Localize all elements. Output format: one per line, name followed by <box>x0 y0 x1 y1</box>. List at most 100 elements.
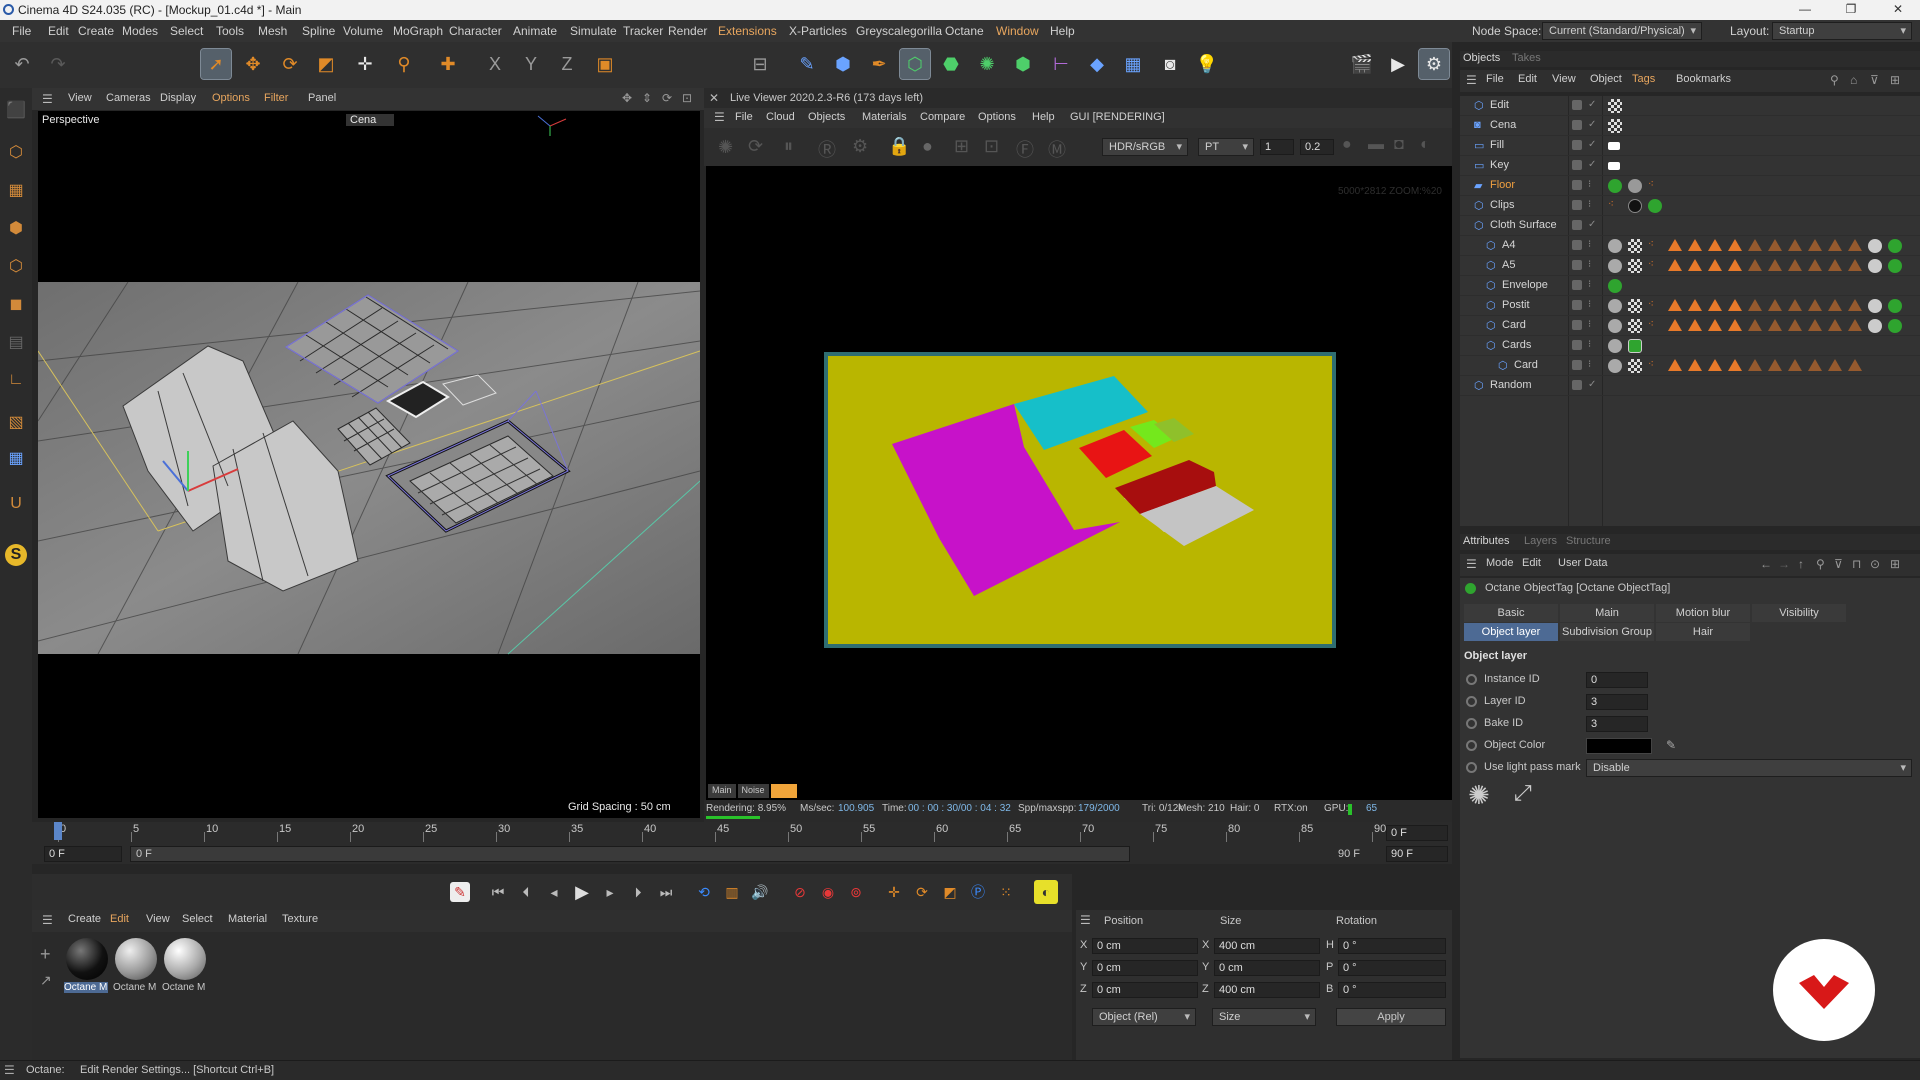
cloth-tag-icon[interactable] <box>1788 319 1802 331</box>
object-row-card[interactable]: ⬡ Card ⁝ ⁖ <box>1460 316 1920 336</box>
object-row-postit[interactable]: ⬡ Postit ⁝ ⁖ <box>1460 296 1920 316</box>
objects-menu-file[interactable]: File <box>1486 73 1504 85</box>
menu-window[interactable]: Window <box>996 24 1039 38</box>
layer-visibility-icon[interactable] <box>1572 300 1582 310</box>
record-icon[interactable]: ⊘ <box>788 880 812 904</box>
rotation-key-icon[interactable]: ⟳ <box>910 880 934 904</box>
size-mode-select[interactable]: Size <box>1212 1008 1316 1026</box>
cloth-tag-icon[interactable] <box>1668 239 1682 251</box>
light-tag-icon[interactable] <box>1608 142 1620 150</box>
material-menu-create[interactable]: Create <box>68 913 101 925</box>
light-icon[interactable]: 💡 <box>1192 49 1222 79</box>
new-view-icon[interactable]: ⊞ <box>1890 73 1900 87</box>
extrude-icon[interactable]: ⬣ <box>936 49 966 79</box>
material-dots-icon[interactable]: ⁖ <box>1648 299 1662 313</box>
checker-tag-icon[interactable] <box>1628 299 1642 313</box>
material-arrow-icon[interactable]: ↗ <box>40 972 52 989</box>
rotation-h-field[interactable]: 0 ° <box>1338 938 1446 954</box>
menu-animate[interactable]: Animate <box>513 24 557 38</box>
parameter-key-icon[interactable]: Ⓟ <box>966 880 990 904</box>
tab-takes[interactable]: Takes <box>1512 52 1541 64</box>
settings-icon[interactable]: ⚙ <box>852 136 868 157</box>
menu-mesh[interactable]: Mesh <box>258 24 287 38</box>
start-frame-field[interactable]: 0 F <box>44 846 122 862</box>
checker-tag-icon[interactable] <box>1628 239 1642 253</box>
viewport-menu-filter[interactable]: Filter <box>264 92 288 104</box>
object-row-clips[interactable]: ⬡ Clips ⁝ ⁖ <box>1460 196 1920 216</box>
tag-tab-motion-blur[interactable]: Motion blur <box>1656 604 1750 622</box>
menu-select[interactable]: Select <box>170 24 203 38</box>
object-row-envelope[interactable]: ⬡ Envelope ⁝ <box>1460 276 1920 296</box>
lock-x-icon[interactable]: X <box>480 49 510 79</box>
sphere-tag-icon[interactable] <box>1868 259 1882 273</box>
material-swatch[interactable] <box>164 938 206 980</box>
render-picture-viewer-icon[interactable]: ▶ <box>1383 49 1413 79</box>
magnet-icon[interactable]: U <box>2 490 30 518</box>
rotate-view-icon[interactable]: ⟳ <box>662 91 672 105</box>
lv-menu-file[interactable]: File <box>735 111 753 123</box>
menu-create[interactable]: Create <box>78 24 114 38</box>
octane-tag-icon[interactable] <box>1888 239 1902 253</box>
pan-view-icon[interactable]: ⇕ <box>642 91 652 105</box>
cloth-tag-icon[interactable] <box>1708 259 1722 271</box>
hamburger-icon[interactable]: ☰ <box>714 110 725 124</box>
material-dots-icon[interactable]: ⁖ <box>1648 359 1662 373</box>
menu-modes[interactable]: Modes <box>122 24 158 38</box>
position-key-icon[interactable]: ✛ <box>882 880 906 904</box>
subdivision-icon[interactable]: ⬡ <box>899 48 931 80</box>
cloth-tag-icon[interactable] <box>1828 299 1842 311</box>
size-y-field[interactable]: 0 cm <box>1214 960 1320 976</box>
loop-icon[interactable]: ⟲ <box>692 880 716 904</box>
checker-tag-icon[interactable] <box>1628 259 1642 273</box>
object-row-edit[interactable]: ⬡ Edit ✓ <box>1460 96 1920 116</box>
search-icon[interactable]: ⚲ <box>1830 73 1839 87</box>
home-icon[interactable]: ⌂ <box>1850 73 1857 87</box>
keyframe-selection-icon[interactable]: ⊚ <box>844 880 868 904</box>
prev-frame-icon[interactable]: ◂ <box>542 880 566 904</box>
points-mode-icon[interactable]: ⬢ <box>2 214 30 242</box>
menu-file[interactable]: File <box>12 24 31 38</box>
render-dot-icon[interactable]: ⁝ <box>1588 279 1591 290</box>
cloth-tag-icon[interactable] <box>1808 299 1822 311</box>
material-label[interactable]: Octane M <box>113 982 157 993</box>
render-dot-icon[interactable]: ✓ <box>1588 99 1596 110</box>
kernel-value-1[interactable]: 1 <box>1260 139 1294 155</box>
cloth-tag-icon[interactable] <box>1768 259 1782 271</box>
axis-mode-icon[interactable]: ∟ <box>2 366 30 394</box>
object-row-floor[interactable]: ▰ Floor ⁝ ⁖ <box>1460 176 1920 196</box>
sound-icon[interactable]: 🔊 <box>748 880 772 904</box>
cloth-tag-icon[interactable] <box>1848 259 1862 271</box>
clay-mode-icon[interactable]: ● <box>1342 136 1352 154</box>
cloth-tag-icon[interactable] <box>1808 239 1822 251</box>
polygons-mode-icon[interactable]: ◼ <box>2 290 30 318</box>
material-dots-icon[interactable]: ⁖ <box>1648 319 1662 333</box>
field-radio-icon[interactable] <box>1466 674 1477 685</box>
cloth-tag-icon[interactable] <box>1748 319 1762 331</box>
close-panel-icon[interactable]: ✕ <box>709 91 719 105</box>
cloth-tag-icon[interactable] <box>1708 299 1722 311</box>
pause-render-icon[interactable]: ⏸ <box>784 136 793 157</box>
lock-z-icon[interactable]: Z <box>552 49 582 79</box>
lv-menu-materials[interactable]: Materials <box>862 111 907 123</box>
uv-mode-icon[interactable]: ▤ <box>2 328 30 356</box>
field-instance-id[interactable]: 0 <box>1586 672 1648 688</box>
cloth-tag-icon[interactable] <box>1688 359 1702 371</box>
layer-visibility-icon[interactable] <box>1572 160 1582 170</box>
layer-visibility-icon[interactable] <box>1572 200 1582 210</box>
menu-volume[interactable]: Volume <box>343 24 383 38</box>
cloth-tag-icon[interactable] <box>1808 359 1822 371</box>
octane-logo-icon[interactable]: ✺ <box>718 137 733 158</box>
cloth-tag-icon[interactable] <box>1728 259 1742 271</box>
render-dot-icon[interactable]: ✓ <box>1588 119 1596 130</box>
rotation-p-field[interactable]: 0 ° <box>1338 960 1446 976</box>
close-button[interactable]: ✕ <box>1878 2 1918 18</box>
objects-menu-tags[interactable]: Tags <box>1632 73 1655 85</box>
pass-tab-active[interactable] <box>770 784 797 798</box>
viewport-menu-options[interactable]: Options <box>212 92 250 104</box>
world-axis-icon[interactable]: ✚ <box>433 49 463 79</box>
octane-tag-icon[interactable] <box>1608 279 1622 293</box>
object-row-random[interactable]: ⬡ Random ✓ <box>1460 376 1920 396</box>
octane-tag-icon[interactable] <box>1628 339 1642 353</box>
lock-icon[interactable]: ⊓ <box>1852 557 1861 571</box>
menu-mograph[interactable]: MoGraph <box>393 24 443 38</box>
